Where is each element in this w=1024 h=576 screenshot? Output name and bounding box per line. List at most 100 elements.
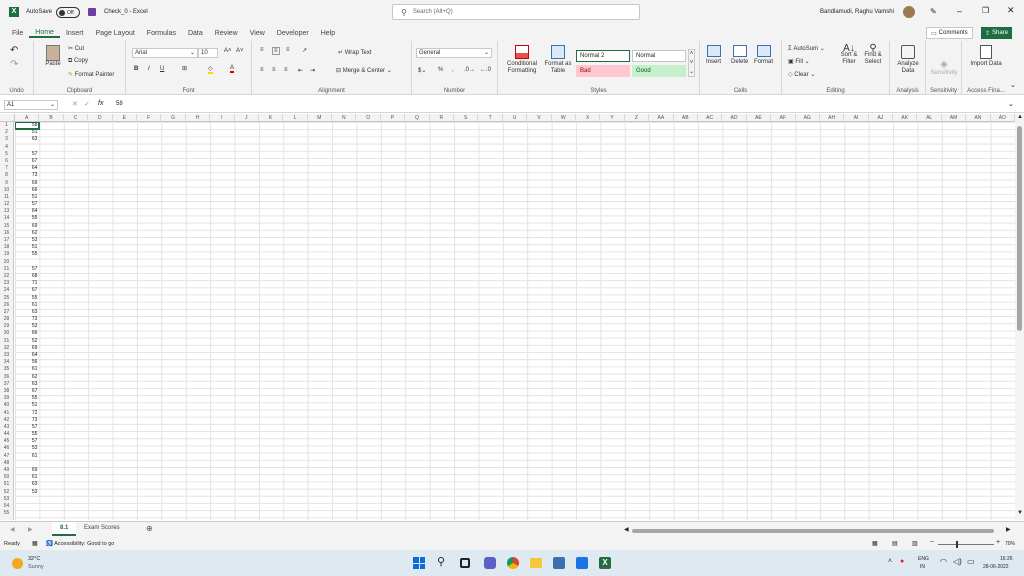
row-header[interactable]: 8 xyxy=(0,172,13,179)
fx-icon[interactable]: fx xyxy=(98,100,103,107)
autosave-toggle[interactable]: Off xyxy=(56,7,80,18)
enter-icon[interactable]: ✓ xyxy=(84,100,90,108)
user-name[interactable]: Bandlamudi, Raghu Vamshi xyxy=(820,9,894,15)
column-header-f[interactable]: F xyxy=(137,113,162,122)
cell[interactable]: 63 xyxy=(15,481,39,488)
weather-sun-icon[interactable] xyxy=(12,558,23,569)
currency-icon[interactable]: $⌄ xyxy=(418,67,426,74)
column-header-ah[interactable]: AH xyxy=(820,113,845,122)
underline-icon[interactable]: U xyxy=(160,66,164,72)
column-header-ab[interactable]: AB xyxy=(674,113,698,122)
save-icon[interactable] xyxy=(88,8,96,16)
cell[interactable]: 53 xyxy=(15,445,39,452)
row-header[interactable]: 38 xyxy=(0,388,13,395)
cell[interactable]: 53 xyxy=(15,237,39,244)
cell[interactable]: 57 xyxy=(15,201,39,208)
paste-button[interactable]: Paste xyxy=(42,45,64,67)
row-header[interactable]: 6 xyxy=(0,158,13,165)
cell[interactable]: 55 xyxy=(15,215,39,222)
row-header[interactable]: 28 xyxy=(0,316,13,323)
styles-more-icon[interactable]: ˄ ˅ ⌄ xyxy=(688,49,695,77)
column-header-aa[interactable]: AA xyxy=(649,113,674,122)
row-header[interactable]: 30 xyxy=(0,330,13,337)
row-header[interactable]: 3 xyxy=(0,136,13,143)
find-select-button[interactable]: ⚲ Find & Select xyxy=(862,44,884,66)
mail-icon[interactable] xyxy=(576,557,588,569)
row-header[interactable]: 10 xyxy=(0,187,13,194)
cell[interactable]: 57 xyxy=(15,424,39,431)
column-header-al[interactable]: AL xyxy=(917,113,942,122)
cell[interactable]: 62 xyxy=(15,230,39,237)
column-header-an[interactable]: AN xyxy=(966,113,991,122)
column-header-ae[interactable]: AE xyxy=(747,113,772,122)
tab-help[interactable]: Help xyxy=(315,30,341,37)
cell[interactable]: 53 xyxy=(15,489,39,496)
align-middle-icon[interactable]: ≡ xyxy=(272,47,280,55)
zoom-slider[interactable] xyxy=(938,541,994,548)
cell[interactable]: 68 xyxy=(15,273,39,280)
cell[interactable]: 73 xyxy=(15,172,39,179)
bold-icon[interactable]: B xyxy=(134,66,138,72)
cell[interactable]: 69 xyxy=(15,223,39,230)
cell[interactable]: 56 xyxy=(15,359,39,366)
tab-insert[interactable]: Insert xyxy=(60,30,90,37)
column-header-y[interactable]: Y xyxy=(600,113,625,122)
column-header-ac[interactable]: AC xyxy=(698,113,723,122)
cell[interactable]: 51 xyxy=(15,194,39,201)
decrease-font-icon[interactable]: A˅ xyxy=(236,48,244,54)
sheet-tab-active[interactable]: 8.1 xyxy=(52,522,77,536)
column-header-d[interactable]: D xyxy=(88,113,113,122)
horizontal-scroll-right-icon[interactable]: ▶ xyxy=(1006,526,1011,533)
row-header[interactable]: 23 xyxy=(0,280,13,287)
column-header-g[interactable]: G xyxy=(161,113,186,122)
clock-time[interactable]: 16:26 xyxy=(1000,556,1013,562)
row-header[interactable]: 34 xyxy=(0,359,13,366)
row-header[interactable]: 46 xyxy=(0,445,13,452)
clear-button[interactable]: ◇ Clear ⌄ xyxy=(788,71,815,78)
cell[interactable]: 73 xyxy=(15,417,39,424)
row-header[interactable]: 55 xyxy=(0,510,13,517)
column-header-j[interactable]: J xyxy=(235,113,259,122)
volume-icon[interactable]: ◁) xyxy=(953,557,962,566)
column-header-l[interactable]: L xyxy=(283,113,308,122)
tab-file[interactable]: File xyxy=(6,30,29,37)
column-header-r[interactable]: R xyxy=(430,113,455,122)
fill-button[interactable]: ▣ Fill ⌄ xyxy=(788,58,810,65)
cell[interactable]: 53 xyxy=(15,323,39,330)
cell[interactable]: 64 xyxy=(15,165,39,172)
cell[interactable] xyxy=(15,496,39,503)
battery-icon[interactable]: ▭ xyxy=(967,557,975,566)
comma-icon[interactable]: , xyxy=(452,67,454,73)
column-header-k[interactable]: K xyxy=(259,113,284,122)
row-header[interactable]: 48 xyxy=(0,460,13,467)
font-color-icon[interactable]: A xyxy=(230,65,235,73)
column-header-m[interactable]: M xyxy=(308,113,333,122)
increase-indent-icon[interactable]: ⇥ xyxy=(310,67,315,74)
row-header[interactable]: 15 xyxy=(0,223,13,230)
fill-color-icon[interactable]: ◇ xyxy=(208,65,213,74)
cell[interactable] xyxy=(15,460,39,467)
column-header-o[interactable]: O xyxy=(356,113,381,122)
taskbar-search-icon[interactable]: ⚲ xyxy=(437,555,445,568)
row-header[interactable]: 11 xyxy=(0,194,13,201)
copy-button[interactable]: ⧉ Copy xyxy=(68,58,88,65)
cell[interactable]: 57 xyxy=(15,438,39,445)
next-sheet-icon[interactable]: ▶ xyxy=(28,526,33,533)
share-button[interactable]: ⇪ Share xyxy=(981,27,1013,39)
row-header[interactable]: 40 xyxy=(0,402,13,409)
row-header[interactable]: 18 xyxy=(0,244,13,251)
column-header-i[interactable]: I xyxy=(210,113,235,122)
cell[interactable]: 63 xyxy=(15,381,39,388)
cell[interactable] xyxy=(15,259,39,266)
format-painter-button[interactable]: ✎ Format Painter xyxy=(68,71,114,78)
cell[interactable]: 66 xyxy=(15,330,39,337)
cell[interactable]: 55 xyxy=(15,295,39,302)
task-view-icon[interactable] xyxy=(460,558,470,568)
cell[interactable] xyxy=(15,144,39,151)
percent-icon[interactable]: % xyxy=(438,67,443,73)
name-box[interactable]: A1 ⌄ xyxy=(4,100,58,110)
file-explorer-icon[interactable] xyxy=(530,558,542,568)
app-icon[interactable] xyxy=(553,557,565,569)
cell[interactable]: 61 xyxy=(15,453,39,460)
column-header-x[interactable]: X xyxy=(576,113,601,122)
